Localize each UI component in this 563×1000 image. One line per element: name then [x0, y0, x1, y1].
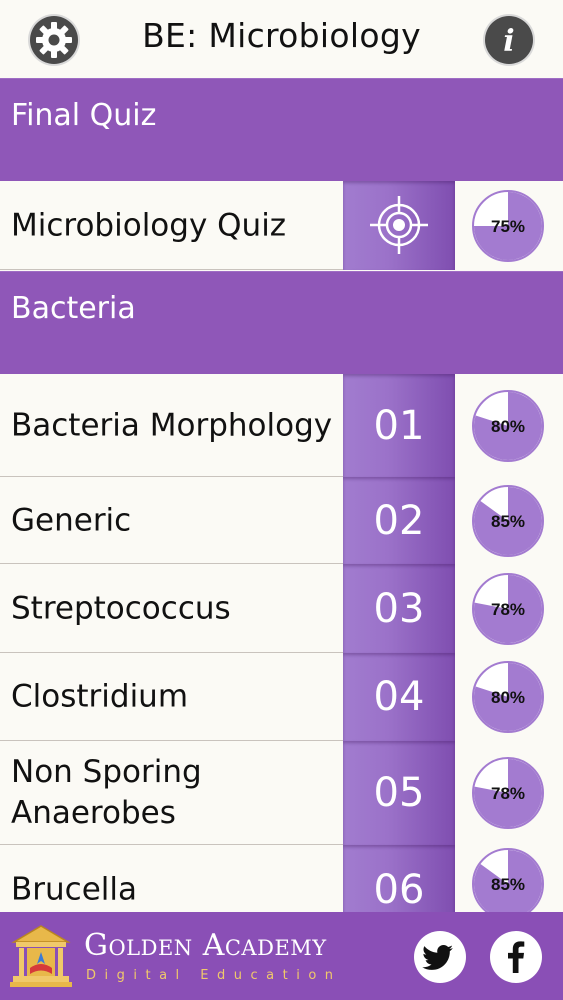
footer-bar: Golden Academy Digital Education [0, 912, 563, 1000]
svg-text:i: i [503, 24, 514, 59]
topic-name: Streptococcus [11, 590, 231, 626]
score-label: 85% [491, 512, 525, 531]
facebook-icon [508, 941, 525, 973]
brand-tagline: Digital Education [86, 968, 342, 983]
score-cell: 75% [455, 181, 563, 270]
target-icon [370, 196, 428, 254]
page-title: BE: Microbiology [142, 16, 421, 55]
score-pie: 85% [472, 848, 544, 920]
score-cell: 80% [455, 653, 563, 741]
twitter-button[interactable] [414, 931, 466, 983]
score-pie: 80% [472, 661, 544, 733]
topic-number-cell[interactable]: 01 [343, 374, 455, 477]
section-header-bacteria: Bacteria [0, 271, 563, 375]
score-label: 78% [491, 600, 525, 619]
score-label: 75% [491, 217, 525, 236]
score-cell: 78% [455, 741, 563, 845]
section-header-final-quiz: Final Quiz [0, 78, 563, 182]
score-cell: 85% [455, 477, 563, 564]
score-label: 80% [491, 688, 525, 707]
topic-name: Bacteria Morphology [11, 407, 333, 443]
score-label: 80% [491, 417, 525, 436]
topic-number-cell[interactable]: 03 [343, 564, 455, 653]
topic-row[interactable]: Non Sporing Anaerobes 05 78% [0, 741, 563, 845]
score-label: 85% [491, 875, 525, 894]
quiz-name: Microbiology Quiz [11, 207, 287, 243]
score-pie: 75% [472, 189, 544, 262]
info-icon[interactable]: i [482, 13, 536, 67]
section-title: Final Quiz [11, 98, 157, 133]
academy-logo [10, 925, 72, 987]
score-label: 78% [491, 784, 525, 803]
topic-name: Brucella [11, 871, 137, 908]
score-pie: 85% [472, 484, 544, 557]
score-pie: 78% [472, 757, 544, 829]
quiz-start-cell[interactable] [343, 181, 455, 270]
topic-number: 04 [373, 674, 425, 720]
brand-name: Golden Academy [84, 928, 327, 963]
score-cell: 80% [455, 374, 563, 477]
twitter-icon [422, 945, 453, 970]
topic-number-cell[interactable]: 04 [343, 653, 455, 741]
topic-number: 06 [373, 867, 425, 913]
topic-number-cell[interactable]: 05 [343, 741, 455, 845]
topic-name: Non Sporing Anaerobes [11, 754, 202, 831]
app-header: BE: Microbiology i [0, 0, 563, 79]
section-title: Bacteria [11, 291, 136, 326]
topic-row[interactable]: Bacteria Morphology 01 80% [0, 374, 563, 477]
topic-row[interactable]: Generic 02 85% [0, 477, 563, 564]
topic-number: 01 [373, 402, 425, 449]
facebook-button[interactable] [490, 931, 542, 983]
topic-number: 02 [373, 497, 425, 544]
topic-name: Generic [11, 502, 132, 538]
topic-row[interactable]: Streptococcus 03 78% [0, 564, 563, 653]
score-pie: 80% [472, 389, 544, 462]
quiz-row[interactable]: Microbiology Quiz 75% [0, 181, 563, 270]
topic-number-cell[interactable]: 02 [343, 477, 455, 564]
topic-number: 03 [373, 585, 425, 632]
score-pie: 78% [472, 572, 544, 645]
topic-row[interactable]: Clostridium 04 80% [0, 653, 563, 741]
topic-name: Clostridium [11, 678, 189, 715]
topic-number: 05 [373, 770, 425, 816]
score-cell: 78% [455, 564, 563, 653]
